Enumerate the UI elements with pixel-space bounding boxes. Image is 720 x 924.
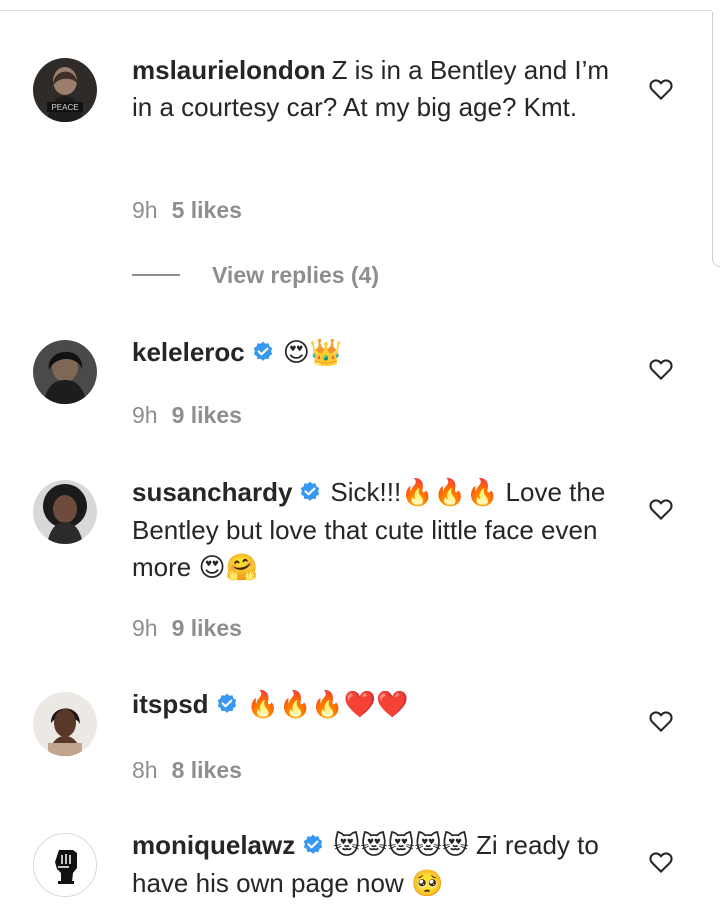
username[interactable]: keleleroc xyxy=(132,337,245,367)
view-replies-label: View replies (4) xyxy=(212,261,380,288)
comment-text: mslaurielondon Z is in a Bentley and I’m … xyxy=(132,52,632,126)
username[interactable]: mslaurielondon xyxy=(132,55,326,85)
emoji-reaction: 😍👑 xyxy=(282,338,343,368)
svg-text:PEACE: PEACE xyxy=(51,103,78,112)
username[interactable]: itspsd xyxy=(132,689,209,719)
heart-icon[interactable] xyxy=(647,355,675,383)
comment-time: 9h xyxy=(132,197,158,223)
replies-divider xyxy=(132,274,180,276)
comment-text: itspsd 🔥🔥🔥❤️❤️ xyxy=(132,686,632,724)
likes-count[interactable]: 9 likes xyxy=(172,402,242,428)
comment-time: 9h xyxy=(132,615,158,641)
avatar-keleleroc[interactable] xyxy=(33,340,97,404)
username[interactable]: moniquelawz xyxy=(132,830,295,860)
comment-text: moniquelawz 😻😻😻😻😻 Zi ready to have his o… xyxy=(132,827,632,903)
avatar-itspsd[interactable] xyxy=(33,692,97,756)
username[interactable]: susanchardy xyxy=(132,477,292,507)
comment-text: keleleroc 😍👑 xyxy=(132,334,632,372)
comment-time: 8h xyxy=(132,757,158,783)
comment-message-part1: Sick!!! xyxy=(330,477,402,507)
comment-meta: 8h 8 likes xyxy=(132,757,242,784)
comment-meta: 9h 5 likes xyxy=(132,197,242,224)
likes-count[interactable]: 9 likes xyxy=(172,615,242,641)
pleading-face-emoji: 🥺 xyxy=(410,869,444,899)
heart-icon[interactable] xyxy=(647,707,675,735)
comment-meta: 9h 9 likes xyxy=(132,402,242,429)
likes-count[interactable]: 8 likes xyxy=(172,757,242,783)
avatar-susanchardy[interactable] xyxy=(33,480,97,544)
heart-icon[interactable] xyxy=(647,848,675,876)
verified-badge-icon xyxy=(251,340,275,364)
comment-meta: 9h 9 likes xyxy=(132,615,242,642)
avatar-mslaurielondon[interactable]: PEACE xyxy=(33,58,97,122)
avatar-moniquelawz[interactable] xyxy=(33,833,97,897)
likes-count[interactable]: 5 likes xyxy=(172,197,242,223)
smile-emoji: 😍🤗 xyxy=(198,553,258,583)
scroll-indicator[interactable] xyxy=(712,12,720,267)
verified-badge-icon xyxy=(301,833,325,857)
verified-badge-icon xyxy=(215,692,239,716)
fire-emoji: 🔥🔥🔥 xyxy=(401,478,499,508)
heart-icon[interactable] xyxy=(647,75,675,103)
emoji-reaction: 🔥🔥🔥❤️❤️ xyxy=(246,690,409,720)
emoji-reaction: 😻😻😻😻😻 xyxy=(333,831,469,861)
heart-icon[interactable] xyxy=(647,495,675,523)
verified-badge-icon xyxy=(298,480,322,504)
view-replies-button[interactable]: View replies (4) xyxy=(132,258,379,292)
comment-time: 9h xyxy=(132,402,158,428)
comment-text: susanchardy Sick!!!🔥🔥🔥 Love the Bentley … xyxy=(132,474,632,587)
top-divider xyxy=(0,10,712,11)
